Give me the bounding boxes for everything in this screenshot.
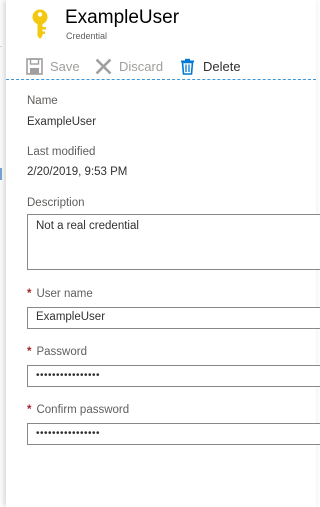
delete-button[interactable]: Delete: [179, 55, 241, 77]
background-blade: [0, 0, 5, 507]
save-button-label: Save: [50, 58, 80, 74]
command-bar: Save Discard Delete: [6, 52, 316, 80]
page-title: ExampleUser: [65, 7, 180, 28]
key-icon: [28, 8, 52, 40]
confirm-password-label: * Confirm password: [27, 404, 129, 416]
last-modified-value: 2/20/2019, 9:53 PM: [27, 166, 128, 178]
trash-icon: [179, 58, 196, 75]
username-label: * User name: [27, 288, 93, 300]
confirm-password-input[interactable]: ••••••••••••••••: [27, 423, 320, 445]
description-label: Description: [27, 197, 85, 209]
background-divider: [0, 46, 2, 47]
page: ExampleUser Credential Save Discard Dele…: [0, 0, 320, 507]
credential-blade: ExampleUser Credential Save Discard Dele…: [6, 0, 320, 507]
confirm-password-label-text: Confirm password: [36, 404, 130, 416]
background-selection-marker: [0, 168, 2, 180]
password-label-text: Password: [36, 346, 87, 358]
username-label-text: User name: [36, 288, 93, 300]
name-label: Name: [27, 95, 58, 107]
required-marker: *: [27, 288, 32, 300]
save-button[interactable]: Save: [26, 55, 80, 77]
close-icon: [95, 58, 112, 75]
discard-button-label: Discard: [119, 58, 164, 74]
required-marker: *: [27, 346, 32, 358]
name-value: ExampleUser: [27, 116, 97, 128]
username-input[interactable]: ExampleUser: [27, 307, 320, 329]
save-icon: [26, 57, 43, 75]
discard-button[interactable]: Discard: [95, 55, 163, 77]
last-modified-label: Last modified: [27, 146, 96, 158]
required-marker: *: [27, 404, 32, 416]
page-subtitle: Credential: [66, 31, 108, 41]
delete-button-label: Delete: [203, 58, 241, 74]
password-input[interactable]: ••••••••••••••••: [27, 365, 320, 387]
password-label: * Password: [27, 346, 87, 358]
blade-header: ExampleUser Credential: [6, 0, 316, 48]
description-textarea[interactable]: Not a real credential: [27, 214, 320, 270]
